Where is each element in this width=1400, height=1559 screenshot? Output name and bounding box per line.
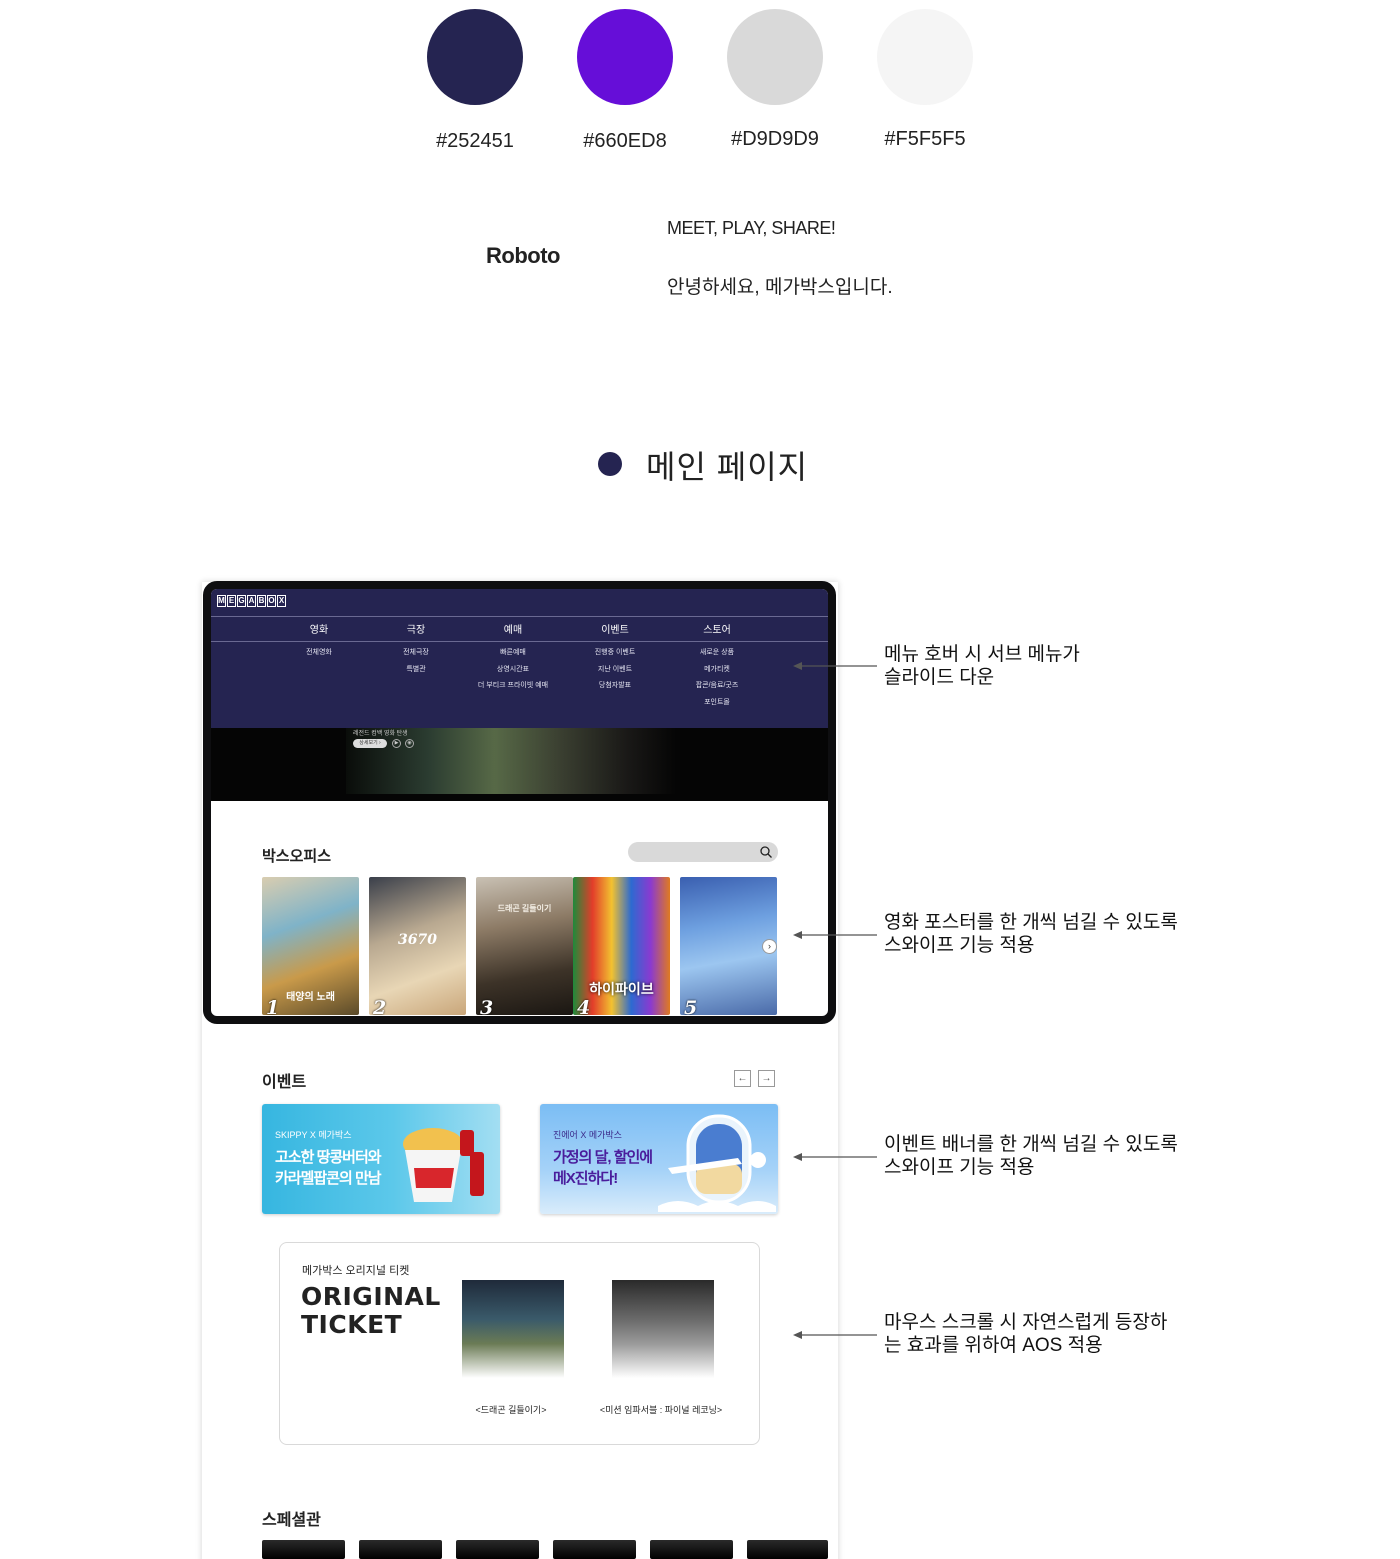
annotation-arrow-icon	[793, 1331, 877, 1339]
event-banner-2[interactable]: 진에어 X 메가박스 가정의 달, 할인에 메X진하다!	[540, 1104, 778, 1214]
section-title: 메인 페이지	[646, 449, 809, 485]
airplane-window-illustration	[658, 1114, 776, 1212]
poster-rank: 5	[684, 997, 698, 1015]
swatch-4	[877, 9, 973, 105]
submenu-item[interactable]: 새로운 상품	[652, 645, 782, 662]
poster-title: 3670	[398, 932, 437, 948]
events-prev-arrow-icon[interactable]: ←	[734, 1070, 751, 1087]
gnb: MEGABOX 영화 전체영화 극장 전체극장 특별관 예매 빠른예매 상영시간…	[211, 589, 828, 728]
logo-letter: A	[247, 595, 256, 607]
nav-divider	[211, 616, 828, 617]
original-ticket-title-line: ORIGINAL	[301, 1282, 441, 1311]
annotation-arrow-icon	[793, 662, 877, 670]
banner-subtitle: 진에어 X 메가박스	[553, 1130, 622, 1140]
annotation-4: 마우스 스크롤 시 자연스럽게 등장하 는 효과를 위하여 AOS 적용	[884, 1311, 1167, 1357]
swatch-label-3: #D9D9D9	[731, 128, 819, 150]
submenu-item[interactable]: 메가티켓	[652, 662, 782, 679]
poster-3[interactable]: 드래곤 길들이기 3	[476, 877, 573, 1015]
annotation-arrow-icon	[793, 1153, 877, 1161]
section-bullet	[598, 452, 622, 476]
megabox-logo[interactable]: MEGABOX	[217, 595, 287, 607]
swatch-label-2: #660ED8	[583, 130, 667, 152]
annotation-line: 스와이프 기능 적용	[884, 935, 1035, 956]
original-ticket-title-line: TICKET	[301, 1310, 403, 1339]
menu-store: 스토어 새로운 상품 메가티켓 팝콘/음료/굿즈 포인트몰	[652, 621, 782, 711]
type-sample-en: MEET, PLAY, SHARE!	[667, 218, 836, 238]
submenu-item[interactable]: 포인트몰	[652, 695, 782, 712]
poster-rank: 2	[373, 997, 387, 1015]
event-banner-1[interactable]: SKIPPY X 메가박스 고소한 땅콩버터와 카라멜팝콘의 만남	[262, 1104, 500, 1214]
special-thumb[interactable]	[456, 1540, 539, 1559]
search-input[interactable]	[628, 842, 778, 862]
annotation-line: 마우스 스크롤 시 자연스럽게 등장하	[884, 1312, 1168, 1333]
hero-detail-button[interactable]: 상세보기 ›	[353, 739, 387, 748]
logo-letter: G	[237, 595, 246, 607]
special-title: 스페셜관	[262, 1512, 321, 1529]
submenu-item[interactable]: 팝콘/음료/굿즈	[652, 678, 782, 695]
annotation-line: 스와이프 기능 적용	[884, 1157, 1035, 1178]
font-name: Roboto	[486, 243, 560, 268]
logo-letter: M	[217, 595, 226, 607]
special-thumb[interactable]	[359, 1540, 442, 1559]
poster-2[interactable]: 3670 2	[369, 877, 466, 1015]
annotation-line: 메뉴 호버 시 서브 메뉴가	[884, 644, 1080, 665]
ticket-caption-2: <미션 임파서블 : 파이널 레코닝>	[599, 1405, 723, 1415]
ticket-caption-1: <드래곤 길들이기>	[475, 1405, 547, 1415]
banner-line: 고소한 땅콩버터와	[275, 1149, 382, 1166]
poster-rank: 1	[266, 997, 280, 1015]
special-thumb[interactable]	[553, 1540, 636, 1559]
poster-title: 하이파이브	[589, 981, 654, 997]
type-sample-ko: 안녕하세요, 메가박스입니다.	[667, 277, 893, 298]
annotation-arrow-icon	[793, 931, 877, 939]
annotation-line: 는 효과를 위하여 AOS 적용	[884, 1335, 1103, 1356]
annotation-line: 슬라이드 다운	[884, 667, 995, 688]
banner-line: 카라멜팝콘의 만남	[275, 1170, 382, 1187]
ticket-image-2[interactable]	[612, 1280, 714, 1378]
device-frame: MEGABOX 영화 전체영화 극장 전체극장 특별관 예매 빠른예매 상영시간…	[203, 581, 836, 1024]
poster-next-arrow-icon[interactable]: ›	[762, 939, 777, 954]
events-next-arrow-icon[interactable]: →	[758, 1070, 775, 1087]
poster-1[interactable]: 태양의 노래 1	[262, 877, 359, 1015]
swatch-3	[727, 9, 823, 105]
logo-letter: X	[277, 595, 286, 607]
original-ticket-title: ORIGINAL TICKET	[301, 1283, 441, 1339]
logo-letter: B	[257, 595, 266, 607]
hero-caption: 레전드 컴백 영화 탄생	[353, 731, 408, 737]
swatch-label-1: #252451	[436, 130, 514, 152]
poster-rank: 4	[577, 997, 591, 1015]
events-title: 이벤트	[262, 1074, 307, 1091]
logo-letter: E	[227, 595, 236, 607]
banner-subtitle: SKIPPY X 메가박스	[275, 1130, 352, 1140]
special-thumb[interactable]	[747, 1540, 828, 1559]
poster-title: 드래곤 길들이기	[497, 904, 552, 913]
annotation-1: 메뉴 호버 시 서브 메뉴가 슬라이드 다운	[884, 643, 1080, 689]
popcorn-illustration	[403, 1128, 484, 1202]
search-icon[interactable]	[759, 845, 773, 859]
banner-headline: 고소한 땅콩버터와 카라멜팝콘의 만남	[275, 1147, 382, 1189]
annotation-3: 이벤트 배너를 한 개씩 넘길 수 있도록 스와이프 기능 적용	[884, 1133, 1178, 1179]
banner-line: 가정의 달, 할인에	[553, 1149, 653, 1166]
special-thumb[interactable]	[650, 1540, 733, 1559]
swatch-label-4: #F5F5F5	[884, 128, 966, 150]
banner-line: 메X진하다!	[553, 1170, 618, 1187]
swatch-2	[577, 9, 673, 105]
logo-letter: O	[267, 595, 276, 607]
play-icon[interactable]: ▶	[392, 739, 401, 748]
ticket-image-1[interactable]	[462, 1280, 564, 1378]
menu-label-store[interactable]: 스토어	[652, 621, 782, 645]
annotation-line: 영화 포스터를 한 개씩 넘길 수 있도록	[884, 912, 1178, 933]
annotation-2: 영화 포스터를 한 개씩 넘길 수 있도록 스와이프 기능 적용	[884, 911, 1178, 957]
special-thumb[interactable]	[262, 1540, 345, 1559]
hero-banner[interactable]: 레전드 컴백 영화 탄생 상세보기 › ▶ ◉	[211, 728, 828, 801]
hero-image	[346, 728, 676, 794]
poster-4[interactable]: 하이파이브 4	[573, 877, 670, 1015]
sound-icon[interactable]: ◉	[405, 739, 414, 748]
poster-rank: 3	[480, 997, 494, 1015]
original-ticket-subtitle: 메가박스 오리지널 티켓	[302, 1265, 410, 1277]
annotation-line: 이벤트 배너를 한 개씩 넘길 수 있도록	[884, 1134, 1178, 1155]
boxoffice-title: 박스오피스	[262, 848, 332, 865]
swatch-1	[427, 9, 523, 105]
banner-headline: 가정의 달, 할인에 메X진하다!	[553, 1147, 653, 1189]
